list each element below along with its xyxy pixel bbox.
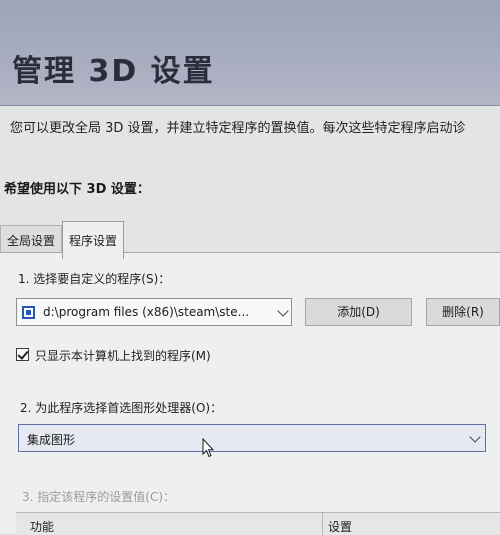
description-text: 您可以更改全局 3D 设置，并建立特定程序的置换值。每次这些特定程序启动诊 bbox=[10, 121, 466, 136]
gpu-select-value: 集成图形 bbox=[27, 433, 76, 447]
step3-label: 3. 指定该程序的设置值(C)： bbox=[22, 490, 176, 504]
tab-global-settings[interactable]: 全局设置 bbox=[0, 225, 63, 254]
remove-button[interactable]: 删除(R) bbox=[426, 298, 500, 326]
column-header-setting[interactable]: 设置 bbox=[328, 518, 352, 535]
program-icon bbox=[22, 306, 35, 319]
program-select-value: d:\program files (x86)\steam\ste... bbox=[43, 305, 250, 319]
program-select[interactable]: d:\program files (x86)\steam\ste... bbox=[16, 298, 292, 326]
step1-label: 1. 选择要自定义的程序(S)： bbox=[18, 272, 171, 286]
title-banner: 管理 3D 设置 bbox=[0, 0, 500, 106]
column-header-feature[interactable]: 功能 bbox=[30, 518, 54, 535]
step2-label: 2. 为此程序选择首选图形处理器(O)： bbox=[20, 401, 223, 415]
gpu-select[interactable]: 集成图形 bbox=[18, 424, 486, 452]
chevron-down-icon bbox=[469, 431, 481, 443]
tab-bar: 全局设置 程序设置 bbox=[0, 221, 125, 259]
chevron-down-icon bbox=[277, 305, 289, 317]
page-title: 管理 3D 设置 bbox=[12, 54, 215, 89]
mouse-cursor-icon bbox=[202, 438, 214, 458]
show-found-programs-checkbox[interactable] bbox=[16, 348, 29, 361]
tab-program-settings[interactable]: 程序设置 bbox=[62, 221, 125, 259]
add-button[interactable]: 添加(D) bbox=[305, 298, 412, 326]
checkbox-label[interactable]: 只显示本计算机上找到的程序(M) bbox=[35, 347, 211, 364]
section-heading: 希望使用以下 3D 设置： bbox=[4, 182, 150, 197]
